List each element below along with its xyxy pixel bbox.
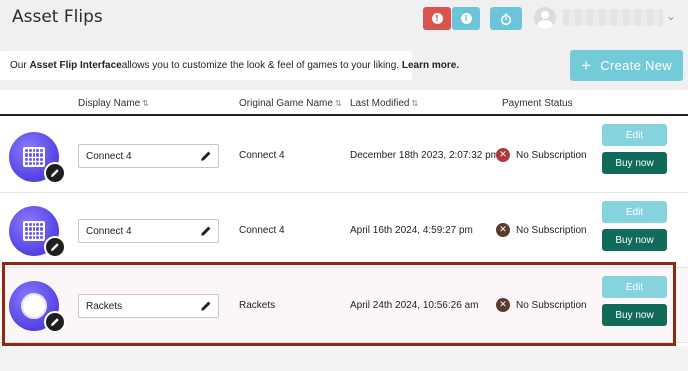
asset-table: Display Name ⇅ Original Game Name ⇅ Last M… xyxy=(0,90,688,346)
col-display-name[interactable]: Display Name ⇅ xyxy=(78,98,149,109)
page-title: Asset Flips xyxy=(12,7,103,27)
payment-status: ✕ No Subscription xyxy=(496,223,587,237)
col-payment-status: Payment Status xyxy=(502,98,573,109)
original-game-name: Connect 4 xyxy=(239,225,285,236)
buy-now-button[interactable]: Buy now xyxy=(602,304,667,326)
no-subscription-icon: ✕ xyxy=(496,298,510,312)
edit-image-button[interactable] xyxy=(44,311,66,333)
last-modified: April 16th 2024, 4:59:27 pm xyxy=(350,225,473,236)
create-new-button[interactable]: + Create New xyxy=(570,50,683,81)
table-row: Rackets Rackets April 24th 2024, 10:56:2… xyxy=(0,268,688,343)
chevron-down-icon[interactable]: ⌄ xyxy=(666,9,676,23)
page-footer-space xyxy=(0,346,688,371)
create-new-label: Create New xyxy=(600,58,672,73)
display-name-input[interactable]: Connect 4 xyxy=(78,144,219,168)
plus-icon: + xyxy=(581,55,592,75)
pencil-icon xyxy=(201,226,211,236)
edit-button[interactable]: Edit xyxy=(602,124,667,146)
table-header: Display Name ⇅ Original Game Name ⇅ Last M… xyxy=(0,90,688,116)
info-prefix: Our xyxy=(10,60,27,71)
info-banner: Our Asset Flip Interface allows you to c… xyxy=(0,51,459,80)
edit-image-button[interactable] xyxy=(44,236,66,258)
edit-button[interactable]: Edit xyxy=(602,201,667,223)
edit-button[interactable]: Edit xyxy=(602,276,667,298)
payment-status: ✕ No Subscription xyxy=(496,148,587,162)
pencil-icon xyxy=(51,169,59,177)
sort-icon: ⇅ xyxy=(411,99,419,108)
info-bold-interface: Asset Flip Interface xyxy=(29,60,122,71)
no-subscription-icon: ✕ xyxy=(496,223,510,237)
display-name-input[interactable]: Rackets xyxy=(78,294,219,318)
original-game-name: Rackets xyxy=(239,300,276,311)
alert-icon: ! xyxy=(431,13,443,24)
info-icon: i xyxy=(460,13,472,24)
payment-status: ✕ No Subscription xyxy=(496,298,587,312)
alert-button[interactable]: ! xyxy=(423,7,451,30)
pencil-icon xyxy=(201,151,211,161)
timer-icon xyxy=(500,13,512,25)
last-modified: April 24th 2024, 10:56:26 am xyxy=(350,300,479,311)
no-subscription-icon: ✕ xyxy=(496,148,510,162)
sort-icon: ⇅ xyxy=(142,99,149,108)
top-bar: Asset Flips ! i ⌄ xyxy=(0,0,688,36)
info-middle: allows you to customize the look & feel … xyxy=(121,60,400,71)
sort-icon: ⇅ xyxy=(334,99,342,108)
pencil-icon xyxy=(51,318,59,326)
last-modified: December 18th 2023, 2:07:32 pm xyxy=(350,150,499,161)
timer-button[interactable] xyxy=(490,7,522,30)
col-last-modified[interactable]: Last Modified ⇅ xyxy=(350,98,418,109)
table-row: Connect 4 Connect 4 April 16th 2024, 4:5… xyxy=(0,193,688,268)
username-blurred[interactable] xyxy=(563,9,663,26)
pencil-icon xyxy=(51,243,59,251)
pencil-icon xyxy=(201,301,211,311)
buy-now-button[interactable]: Buy now xyxy=(602,152,667,174)
display-name-input[interactable]: Connect 4 xyxy=(78,219,219,243)
buy-now-button[interactable]: Buy now xyxy=(602,229,667,251)
table-row: Connect 4 Connect 4 December 18th 2023, … xyxy=(0,118,688,193)
original-game-name: Connect 4 xyxy=(239,150,285,161)
info-button[interactable]: i xyxy=(452,7,480,30)
user-avatar[interactable] xyxy=(534,7,556,29)
learn-more-link[interactable]: Learn more. xyxy=(402,60,459,71)
col-original-game-name[interactable]: Original Game Name ⇅ xyxy=(239,98,342,109)
edit-image-button[interactable] xyxy=(44,162,66,184)
